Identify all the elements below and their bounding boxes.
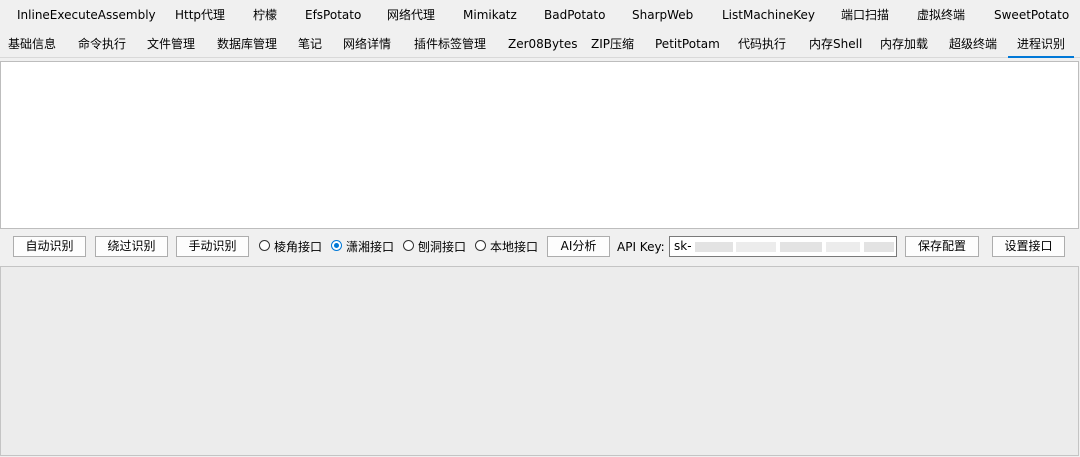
tab-notes[interactable]: 笔记: [298, 33, 322, 55]
save-config-button[interactable]: 保存配置: [905, 236, 979, 257]
bypass-detect-button[interactable]: 绕过识别: [95, 236, 168, 257]
auto-detect-button[interactable]: 自动识别: [13, 236, 86, 257]
tab-badpotato[interactable]: BadPotato: [544, 4, 605, 26]
tab-process-detect[interactable]: 进程识别: [1008, 33, 1074, 58]
api-key-input[interactable]: sk-: [669, 236, 897, 257]
tab-mimikatz[interactable]: Mimikatz: [463, 4, 517, 26]
radio-label: 潇湘接口: [346, 240, 395, 254]
tab-http-proxy[interactable]: Http代理: [175, 4, 225, 26]
tab-efspotato[interactable]: EfsPotato: [305, 4, 361, 26]
radio-circle-icon: [259, 240, 270, 251]
tab-database-manager[interactable]: 数据库管理: [217, 33, 277, 55]
plugin-tab-row-1: InlineExecuteAssembly Http代理 柠檬 EfsPotat…: [0, 4, 1080, 28]
set-interface-button[interactable]: 设置接口: [992, 236, 1065, 257]
tab-super-terminal[interactable]: 超级终端: [949, 33, 997, 55]
redacted-key-block: [864, 242, 894, 252]
redacted-key-block: [695, 242, 733, 252]
tab-zer08bytes[interactable]: Zer08Bytes: [508, 33, 577, 55]
tab-inline-execute-assembly[interactable]: InlineExecuteAssembly: [17, 4, 156, 26]
radio-checked-icon: [331, 240, 342, 251]
analysis-result-textarea[interactable]: [0, 266, 1079, 456]
tab-sweetpotato[interactable]: SweetPotato: [994, 4, 1069, 26]
tab-network-details[interactable]: 网络详情: [343, 33, 391, 55]
redacted-key-block: [736, 242, 776, 252]
tab-petitpotam[interactable]: PetitPotam: [655, 33, 720, 55]
process-list-textarea[interactable]: [0, 61, 1079, 229]
radio-label: 本地接口: [490, 240, 539, 254]
tab-command-exec[interactable]: 命令执行: [78, 33, 126, 55]
redacted-key-block: [826, 242, 860, 252]
redacted-key-block: [780, 242, 822, 252]
tab-basic-info[interactable]: 基础信息: [8, 33, 56, 55]
manual-detect-button[interactable]: 手动识别: [176, 236, 249, 257]
radio-circle-icon: [403, 240, 414, 251]
tab-port-scan[interactable]: 端口扫描: [841, 4, 889, 26]
radio-label: 棱角接口: [274, 240, 323, 254]
plugin-tab-row-2: 基础信息 命令执行 文件管理 数据库管理 笔记 网络详情 插件标签管理 Zer0…: [0, 33, 1080, 58]
tab-zip-compress[interactable]: ZIP压缩: [591, 33, 634, 55]
api-key-label: API Key:: [617, 240, 665, 254]
tab-memory-shell[interactable]: 内存Shell: [809, 33, 862, 55]
tab-lemon[interactable]: 柠檬: [253, 4, 277, 26]
tab-sharpweb[interactable]: SharpWeb: [632, 4, 693, 26]
radio-label: 刨洞接口: [418, 240, 467, 254]
tab-code-exec[interactable]: 代码执行: [738, 33, 786, 55]
radio-circle-icon: [475, 240, 486, 251]
api-key-value: sk-: [674, 239, 692, 253]
tab-plugin-tag-manager[interactable]: 插件标签管理: [414, 33, 486, 55]
detection-toolbar: 自动识别 绕过识别 手动识别 棱角接口 潇湘接口 刨洞接口 本地接口 AI分析 …: [0, 234, 1080, 260]
tab-virtual-terminal[interactable]: 虚拟终端: [917, 4, 965, 26]
tab-memory-load[interactable]: 内存加载: [880, 33, 928, 55]
tab-list-machine-key[interactable]: ListMachineKey: [722, 4, 815, 26]
tab-network-proxy[interactable]: 网络代理: [387, 4, 435, 26]
tab-file-manager[interactable]: 文件管理: [147, 33, 195, 55]
ai-analyze-button[interactable]: AI分析: [547, 236, 610, 257]
